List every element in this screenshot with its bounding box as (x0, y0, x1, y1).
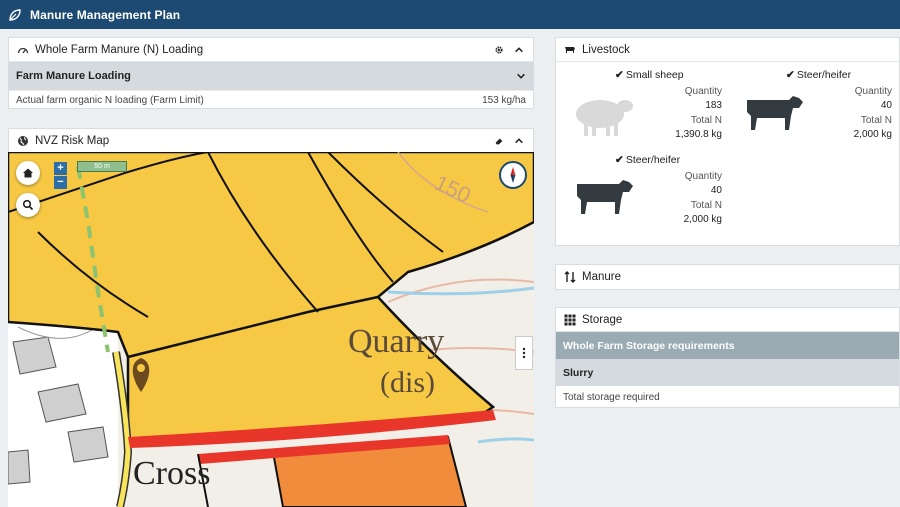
gauge-icon (17, 47, 29, 53)
total-n-value: 2,000 kg (683, 214, 722, 225)
home-icon (23, 168, 33, 178)
total-n-label: Total N (690, 115, 722, 126)
checkmark-icon: ✔ (786, 69, 795, 81)
manure-title: Manure (582, 271, 621, 283)
total-n-label: Total N (860, 115, 892, 126)
quantity-value: 40 (880, 100, 892, 111)
total-n-value: 1,390.8 kg (675, 129, 722, 140)
total-storage-row: Total storage required (563, 391, 660, 403)
chevron-down-icon (517, 73, 525, 79)
home-button[interactable] (16, 161, 40, 185)
manure-loading-panel: Whole Farm Manure (N) Loading Farm Manur… (8, 37, 534, 109)
app-title: Manure Management Plan (30, 7, 181, 22)
map-search-button[interactable] (16, 193, 40, 217)
livestock-header: Livestock (556, 38, 899, 62)
slurry-section[interactable]: Slurry (556, 359, 899, 386)
cow-icon (747, 96, 803, 130)
total-n-value: 2,000 kg (853, 129, 892, 140)
map-layers-menu-button[interactable] (515, 336, 533, 370)
nvz-map-header: NVZ Risk Map (9, 129, 533, 153)
vertical-dots-icon (522, 347, 526, 359)
n-loading-row: Actual farm organic N loading (Farm Limi… (9, 90, 533, 110)
total-n-label: Total N (690, 200, 722, 211)
manure-header[interactable]: Manure (556, 265, 899, 289)
globe-icon (18, 135, 28, 146)
livestock-item-name: ✔ Steer/heifer (786, 69, 852, 81)
quantity-label: Quantity (684, 171, 722, 182)
n-loading-value: 153 kg/ha (482, 95, 526, 106)
quantity-label: Quantity (854, 86, 892, 97)
eraser-icon[interactable] (493, 135, 505, 147)
map-scale-bar: 50 m (77, 161, 127, 172)
quantity-value: 40 (710, 185, 722, 196)
search-icon (22, 199, 34, 211)
storage-requirements-section[interactable]: Whole Farm Storage requirements (556, 332, 899, 359)
manure-loading-header: Whole Farm Manure (N) Loading (9, 38, 533, 62)
quantity-label: Quantity (684, 86, 722, 97)
grid-icon (564, 314, 576, 325)
storage-title: Storage (582, 313, 623, 326)
cow-icon (577, 180, 633, 214)
livestock-title: Livestock (582, 43, 630, 56)
livestock-item-name: ✔ Small sheep (615, 69, 684, 81)
farm-manure-loading-label: Farm Manure Loading (16, 70, 131, 82)
settings-gear-icon[interactable] (493, 44, 505, 56)
checkmark-icon: ✔ (615, 69, 624, 81)
sort-arrows-icon (564, 271, 576, 283)
farm-manure-loading-section[interactable]: Farm Manure Loading (9, 62, 533, 90)
manure-panel[interactable]: Manure (555, 264, 900, 290)
storage-panel: Storage Whole Farm Storage requirements … (555, 307, 900, 408)
livestock-item-name: ✔ Steer/heifer (615, 154, 681, 166)
app-header: Manure Management Plan (0, 0, 900, 29)
storage-header: Storage (556, 308, 899, 332)
sheep-icon (576, 100, 633, 136)
map-canvas[interactable]: 150 Quarry (dis) Cross (8, 152, 534, 507)
collapse-chevron-up-icon[interactable] (513, 44, 525, 56)
collapse-chevron-up-icon[interactable] (513, 135, 525, 147)
zoom-in-button[interactable]: + (54, 162, 67, 175)
manure-loading-title: Whole Farm Manure (N) Loading (35, 43, 204, 56)
compass-icon[interactable] (499, 161, 527, 189)
leaf-logo-icon (9, 8, 21, 21)
zoom-out-button[interactable]: − (54, 176, 67, 189)
n-loading-label: Actual farm organic N loading (Farm Limi… (16, 95, 204, 106)
quantity-value: 183 (705, 100, 722, 111)
map-label-quarry: Quarry (348, 323, 444, 360)
map-label-cross: Cross (133, 455, 210, 492)
checkmark-icon: ✔ (615, 154, 624, 166)
nvz-map-title: NVZ Risk Map (35, 134, 110, 147)
map-label-dis: (dis) (380, 366, 435, 399)
cow-icon (565, 46, 575, 53)
nvz-map[interactable]: 150 Quarry (dis) Cross (8, 152, 534, 507)
